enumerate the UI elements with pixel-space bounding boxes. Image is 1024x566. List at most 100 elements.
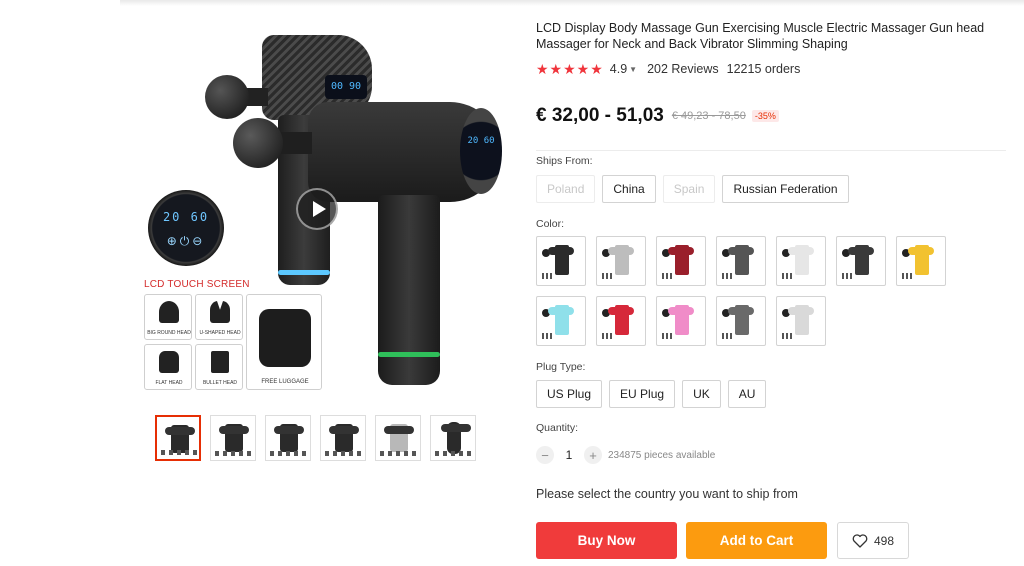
swatch-gun-icon <box>788 305 814 335</box>
thumbnail-4[interactable] <box>320 415 366 461</box>
rating-row: ★★★★★ 4.9 ▼ 202 Reviews 12215 orders <box>536 61 800 77</box>
thumbnail-gun-icon <box>274 424 304 452</box>
color-swatch-8[interactable] <box>536 296 586 346</box>
luggage-box: FREE LUGGAGE <box>246 294 322 390</box>
ships-from-options: Poland China Spain Russian Federation <box>536 175 849 203</box>
swatch-parts-icon <box>662 273 674 279</box>
reviews-link[interactable]: 202 Reviews <box>647 62 719 76</box>
ship-option-china[interactable]: China <box>602 175 656 203</box>
big-round-head-icon <box>159 301 179 323</box>
swatch-gun-icon <box>548 305 574 335</box>
quantity-plus-button[interactable]: + <box>584 446 602 464</box>
top-shadow <box>120 0 1024 6</box>
flat-head-icon <box>159 351 179 373</box>
swatch-gun-icon <box>848 245 874 275</box>
swatch-gun-icon <box>668 305 694 335</box>
product-gallery: 00 90 20 60 20 60 ⊕⏻⊖ LCD TOUCH SCREEN B… <box>140 20 510 470</box>
rating-value[interactable]: 4.9 <box>610 62 627 76</box>
bullet-head-icon <box>211 351 229 373</box>
thumbnail-3[interactable] <box>265 415 311 461</box>
thumbnail-parts <box>215 451 253 456</box>
massage-gun-front-light-ring <box>378 352 440 357</box>
thumbnail-2[interactable] <box>210 415 256 461</box>
thumbnail-6[interactable] <box>430 415 476 461</box>
quantity-minus-button[interactable]: − <box>536 446 554 464</box>
head-label: BULLET HEAD <box>202 380 238 386</box>
color-swatch-2[interactable] <box>596 236 646 286</box>
color-swatch-3[interactable] <box>656 236 706 286</box>
color-row <box>536 236 956 286</box>
color-swatch-1[interactable] <box>536 236 586 286</box>
massage-heads-inset: BIG ROUND HEAD U-SHAPED HEAD FLAT HEAD B… <box>144 294 322 390</box>
divider <box>536 150 1006 151</box>
thumbnail-parts <box>325 451 363 456</box>
main-product-image[interactable]: 00 90 20 60 20 60 ⊕⏻⊖ LCD TOUCH SCREEN B… <box>140 20 502 390</box>
wishlist-button[interactable]: 498 <box>837 522 909 559</box>
head-label: U-SHAPED HEAD <box>199 330 241 336</box>
thumbnail-gun-icon <box>384 424 414 452</box>
massage-gun-front-head <box>233 118 283 168</box>
massage-gun-back-light-ring <box>278 270 330 275</box>
swatch-gun-icon <box>668 245 694 275</box>
plug-type-options: US Plug EU Plug UK AU <box>536 380 767 408</box>
color-swatch-7[interactable] <box>896 236 946 286</box>
color-swatch-6[interactable] <box>836 236 886 286</box>
plug-option-uk[interactable]: UK <box>682 380 721 408</box>
add-to-cart-button[interactable]: Add to Cart <box>686 522 827 559</box>
massage-gun-back-head <box>205 75 249 119</box>
head-label: FLAT HEAD <box>155 380 183 386</box>
quantity-value[interactable]: 1 <box>554 448 584 462</box>
buy-now-button[interactable]: Buy Now <box>536 522 677 559</box>
thumbnail-5[interactable] <box>375 415 421 461</box>
thumbnail-1[interactable] <box>155 415 201 461</box>
massage-gun-front-neck <box>278 132 312 154</box>
thumbnail-parts <box>380 451 418 456</box>
massage-gun-front-screen: 20 60 <box>460 108 502 194</box>
swatch-parts-icon <box>542 273 554 279</box>
luggage-label: FREE LUGGAGE <box>261 379 309 385</box>
play-video-button[interactable] <box>296 188 338 230</box>
swatch-parts-icon <box>782 273 794 279</box>
color-swatch-9[interactable] <box>596 296 646 346</box>
discount-badge: -35% <box>751 110 779 122</box>
plug-option-us[interactable]: US Plug <box>536 380 603 408</box>
ship-option-russian-federation[interactable]: Russian Federation <box>722 175 849 203</box>
ship-option-poland[interactable]: Poland <box>536 175 596 203</box>
head-box-u-shaped: U-SHAPED HEAD <box>195 294 243 340</box>
color-swatch-10[interactable] <box>656 296 706 346</box>
color-swatch-12[interactable] <box>776 296 826 346</box>
color-swatch-11[interactable] <box>716 296 766 346</box>
price-row: € 32,00 - 51,03 € 49,23 - 78,50 -35% <box>536 105 779 127</box>
ship-option-spain[interactable]: Spain <box>662 175 716 203</box>
plug-option-eu[interactable]: EU Plug <box>609 380 676 408</box>
product-title: LCD Display Body Massage Gun Exercising … <box>536 21 985 51</box>
swatch-gun-icon <box>608 305 634 335</box>
u-shaped-head-icon <box>210 301 230 323</box>
plug-option-au[interactable]: AU <box>727 380 767 408</box>
head-box-bullet: BULLET HEAD <box>195 344 243 390</box>
quantity-stepper: − 1 + 234875 pieces available <box>536 446 715 464</box>
head-box-flat: FLAT HEAD <box>144 344 192 390</box>
swatch-parts-icon <box>602 273 614 279</box>
swatch-parts-icon <box>722 333 734 339</box>
swatch-gun-icon <box>548 245 574 275</box>
chevron-down-icon[interactable]: ▼ <box>629 65 637 74</box>
color-swatch-4[interactable] <box>716 236 766 286</box>
thumbnail-parts <box>270 451 308 456</box>
swatch-parts-icon <box>662 333 674 339</box>
swatch-gun-icon <box>608 245 634 275</box>
thumbnail-parts <box>435 451 473 456</box>
thumbnail-strip <box>155 415 476 461</box>
swatch-parts-icon <box>542 333 554 339</box>
play-icon <box>312 201 326 217</box>
swatch-parts-icon <box>722 273 734 279</box>
plug-type-label: Plug Type: <box>536 361 586 373</box>
lcd-screen-closeup: 20 60 ⊕⏻⊖ <box>148 190 224 266</box>
thumbnail-gun-icon <box>219 424 249 452</box>
luggage-case-icon <box>259 309 311 367</box>
orders-count: 12215 orders <box>726 62 801 76</box>
original-price: € 49,23 - 78,50 <box>671 110 746 122</box>
thumbnail-gun-icon <box>441 422 471 454</box>
swatch-parts-icon <box>782 333 794 339</box>
color-swatch-5[interactable] <box>776 236 826 286</box>
